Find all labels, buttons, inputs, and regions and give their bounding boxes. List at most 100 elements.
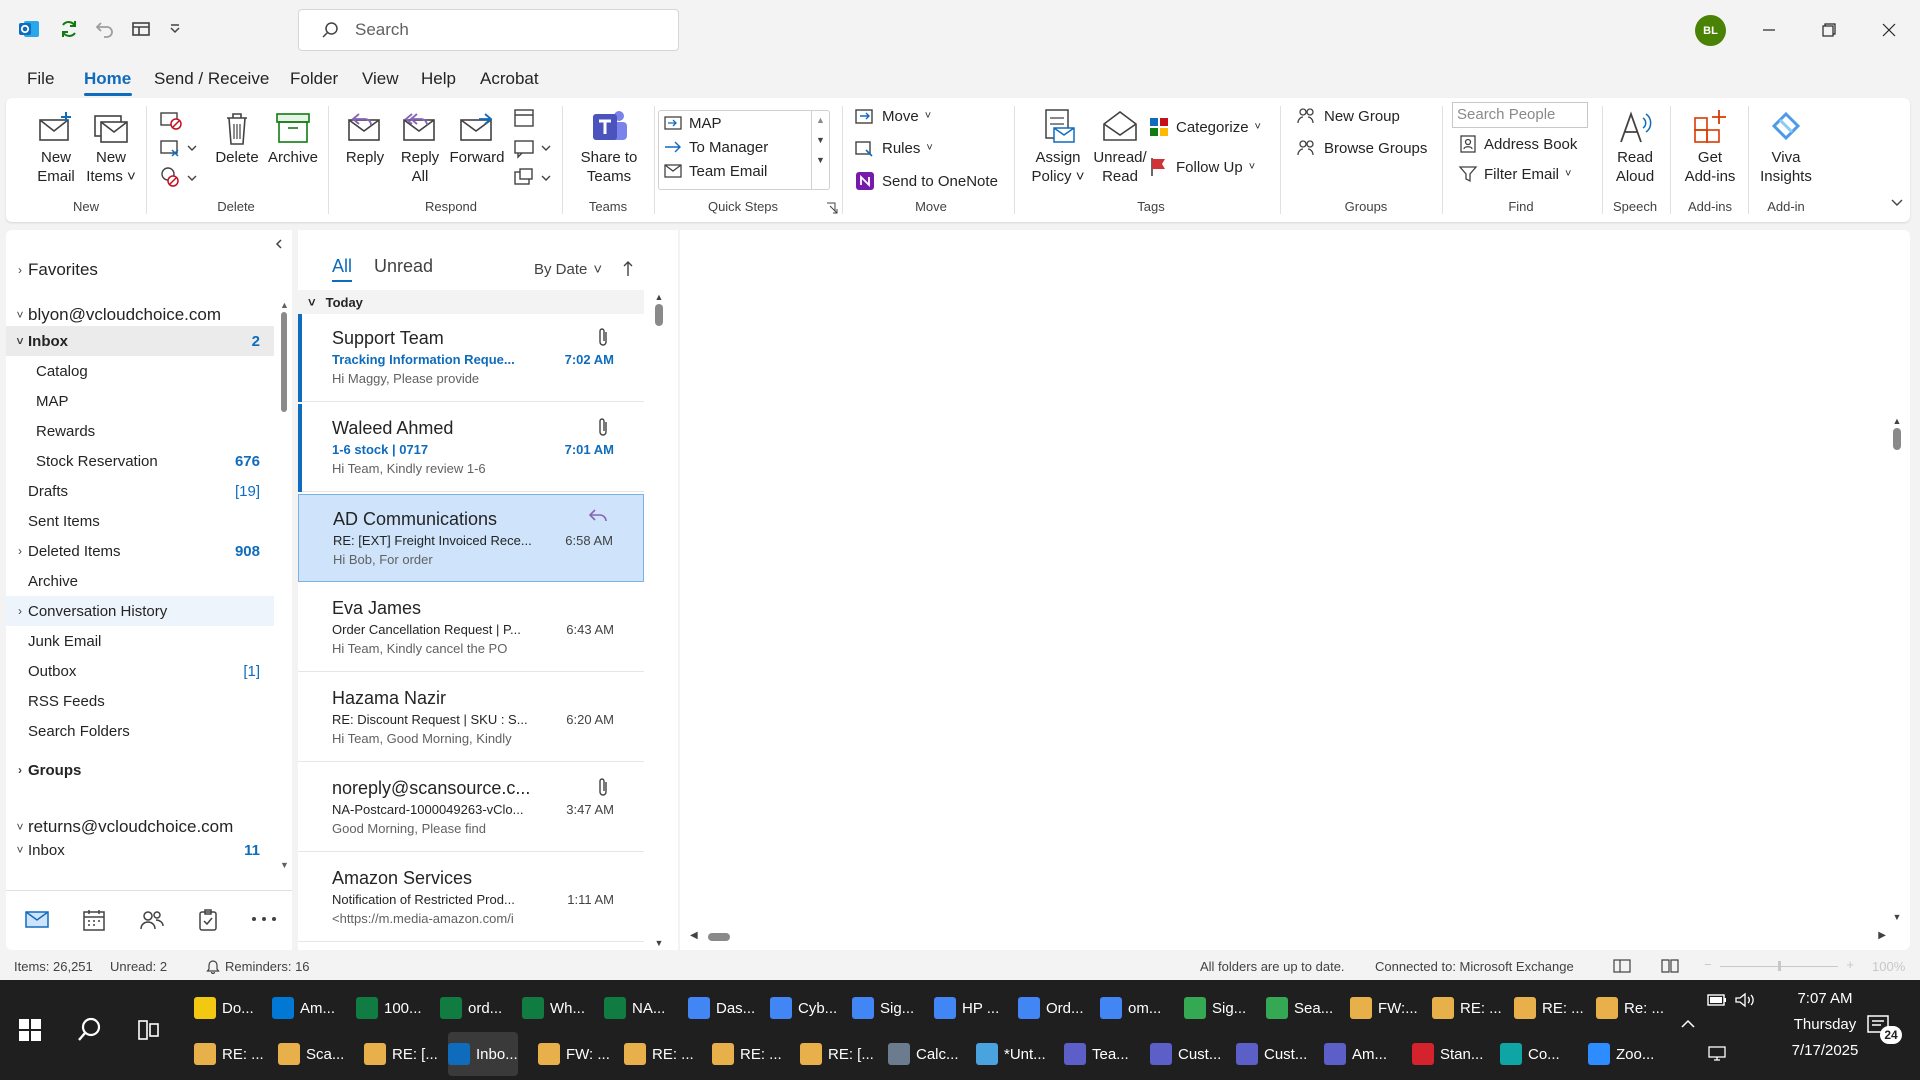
ribbon-collapse-chevron-icon[interactable] <box>1890 198 1904 208</box>
search-input[interactable]: Search <box>298 9 679 51</box>
taskbar-app[interactable]: Sig... <box>852 986 914 1030</box>
reading-pane-hscroll-thumb[interactable] <box>708 933 730 941</box>
reading-pane-scroll-thumb[interactable] <box>1893 428 1901 450</box>
tab-file[interactable]: File <box>27 69 54 89</box>
window-layout-icon[interactable] <box>126 14 156 44</box>
volume-icon[interactable] <box>1734 992 1756 1008</box>
more-respond-icon[interactable] <box>512 166 552 190</box>
dialog-launcher-icon[interactable] <box>826 202 838 214</box>
taskbar-app[interactable]: ord... <box>440 986 502 1030</box>
folder-archive[interactable]: Archive <box>6 566 274 596</box>
avatar[interactable]: BL <box>1695 15 1726 46</box>
taskbar-app[interactable]: Do... <box>194 986 254 1030</box>
collapse-pane-chevron-icon[interactable] <box>274 238 284 250</box>
reading-pane-vertical-scrollbar[interactable]: ▲ ▼ <box>1892 416 1902 922</box>
calendar-nav-button[interactable] <box>81 908 107 932</box>
taskbar-app[interactable]: Das... <box>688 986 755 1030</box>
filter-tab-all[interactable]: All <box>332 256 352 277</box>
close-button[interactable] <box>1865 10 1913 50</box>
unread-read-button[interactable]: Unread/ Read <box>1086 106 1154 186</box>
normal-view-icon[interactable] <box>1612 958 1632 974</box>
reminders-button[interactable]: Reminders: 16 <box>206 958 310 974</box>
message-item[interactable]: noreply@scansource.c... NA-Postcard-1000… <box>298 764 644 852</box>
filter-tab-unread[interactable]: Unread <box>374 256 433 277</box>
taskbar-app[interactable]: Zoo... <box>1588 1032 1654 1076</box>
folder-inbox[interactable]: ˅ Inbox 2 <box>6 326 274 356</box>
categorize-button[interactable]: Categorize ˅ <box>1148 116 1261 138</box>
taskbar-app[interactable]: Stan... <box>1412 1032 1483 1076</box>
taskbar-app[interactable]: Cyb... <box>770 986 837 1030</box>
ignore-icon[interactable] <box>158 108 184 132</box>
taskbar-app[interactable]: RE: ... <box>1514 986 1584 1030</box>
rules-button[interactable]: Rules ˅ <box>854 138 933 158</box>
quick-steps-scroller[interactable]: ▲ ▼ ▼ <box>811 111 829 189</box>
reading-pane-horizontal-scrollbar[interactable]: ◀ ▶ <box>690 930 1886 944</box>
sync-icon[interactable] <box>54 14 84 44</box>
taskbar-app-active[interactable]: Inbo... <box>448 1032 518 1076</box>
folder-outbox[interactable]: Outbox [1] <box>6 656 274 686</box>
assign-policy-button[interactable]: Assign Policy ˅ <box>1024 106 1092 186</box>
taskbar-app[interactable]: Ord... <box>1018 986 1084 1030</box>
message-item[interactable]: Amazon Services Notification of Restrict… <box>298 854 644 942</box>
mail-nav-button[interactable] <box>24 908 50 930</box>
new-email-button[interactable]: New Email <box>26 108 86 186</box>
taskbar-app[interactable]: Cust... <box>1236 1032 1307 1076</box>
message-item-selected[interactable]: AD Communications RE: [EXT] Freight Invo… <box>298 494 644 582</box>
reply-all-button[interactable]: Reply All <box>391 108 449 186</box>
taskbar-app[interactable]: NA... <box>604 986 665 1030</box>
section-header-today[interactable]: ˅ Today <box>298 290 644 314</box>
new-items-button[interactable]: New Items ˅ <box>81 108 141 186</box>
taskbar-app[interactable]: Wh... <box>522 986 585 1030</box>
taskbar-app[interactable]: Sig... <box>1184 986 1246 1030</box>
notifications-button[interactable]: 24 <box>1866 1014 1902 1044</box>
clean-up-icon[interactable] <box>158 136 198 160</box>
im-icon[interactable] <box>512 136 552 160</box>
filter-email-button[interactable]: Filter Email ˅ <box>1458 164 1571 184</box>
folder-rss-feeds[interactable]: RSS Feeds <box>6 686 274 716</box>
taskbar-app[interactable]: Re: ... <box>1596 986 1664 1030</box>
sort-direction-icon[interactable] <box>622 260 634 278</box>
taskbar-app[interactable]: RE: ... <box>194 1032 264 1076</box>
folder-stock-reservation[interactable]: Stock Reservation 676 <box>6 446 274 476</box>
taskbar-app[interactable]: Co... <box>1500 1032 1560 1076</box>
customize-toolbar-icon[interactable] <box>160 14 190 44</box>
sort-by-date-button[interactable]: By Date ˅ <box>534 261 602 278</box>
taskbar-app[interactable]: om... <box>1100 986 1161 1030</box>
folder-sent-items[interactable]: Sent Items <box>6 506 274 536</box>
reply-button[interactable]: Reply <box>336 108 394 167</box>
taskbar-app[interactable]: RE: [... <box>800 1032 874 1076</box>
archive-button[interactable]: Archive <box>264 108 322 167</box>
taskbar-app[interactable]: Sea... <box>1266 986 1333 1030</box>
tab-acrobat[interactable]: Acrobat <box>480 69 539 89</box>
taskbar-app[interactable]: HP ... <box>934 986 999 1030</box>
taskbar-app[interactable]: Am... <box>1324 1032 1387 1076</box>
quick-step-map[interactable]: MAP <box>663 114 722 132</box>
quick-step-to-manager[interactable]: To Manager <box>663 138 768 156</box>
windows-start-icon[interactable] <box>18 1018 42 1042</box>
viva-insights-button[interactable]: Viva Insights <box>1752 106 1820 186</box>
folder-catalog[interactable]: Catalog <box>6 356 274 386</box>
zoom-slider[interactable]: − + <box>1704 957 1854 973</box>
taskbar-app[interactable]: RE: ... <box>1432 986 1502 1030</box>
folder-map[interactable]: MAP <box>6 386 274 416</box>
taskbar-app[interactable]: Cust... <box>1150 1032 1221 1076</box>
tab-help[interactable]: Help <box>421 69 456 89</box>
folder-deleted-items[interactable]: › Deleted Items 908 <box>6 536 274 566</box>
message-item[interactable]: Waleed Ahmed 1-6 stock | 0717 Hi Team, K… <box>298 404 644 492</box>
message-item[interactable]: Support Team Tracking Information Reque.… <box>298 314 644 402</box>
message-item[interactable]: Eva James Order Cancellation Request | P… <box>298 584 644 672</box>
restore-button[interactable] <box>1805 10 1853 50</box>
battery-icon[interactable] <box>1706 992 1728 1008</box>
groups-header[interactable]: › Groups <box>6 755 274 785</box>
more-apps-icon[interactable] <box>250 914 278 924</box>
taskbar-app[interactable]: FW:... <box>1350 986 1418 1030</box>
zoom-slider-thumb[interactable] <box>1778 961 1781 971</box>
taskbar-app[interactable]: Tea... <box>1064 1032 1129 1076</box>
network-icon[interactable] <box>1706 1044 1728 1062</box>
taskbar-app[interactable]: RE: ... <box>712 1032 782 1076</box>
get-add-ins-button[interactable]: Get Add-ins <box>1676 106 1744 186</box>
message-list-scroll-thumb[interactable] <box>655 304 663 326</box>
show-hidden-icons-chevron-icon[interactable] <box>1680 1018 1696 1030</box>
account2-header[interactable]: ˅ returns@vcloudchoice.com <box>6 812 274 842</box>
folder-drafts[interactable]: Drafts [19] <box>6 476 274 506</box>
